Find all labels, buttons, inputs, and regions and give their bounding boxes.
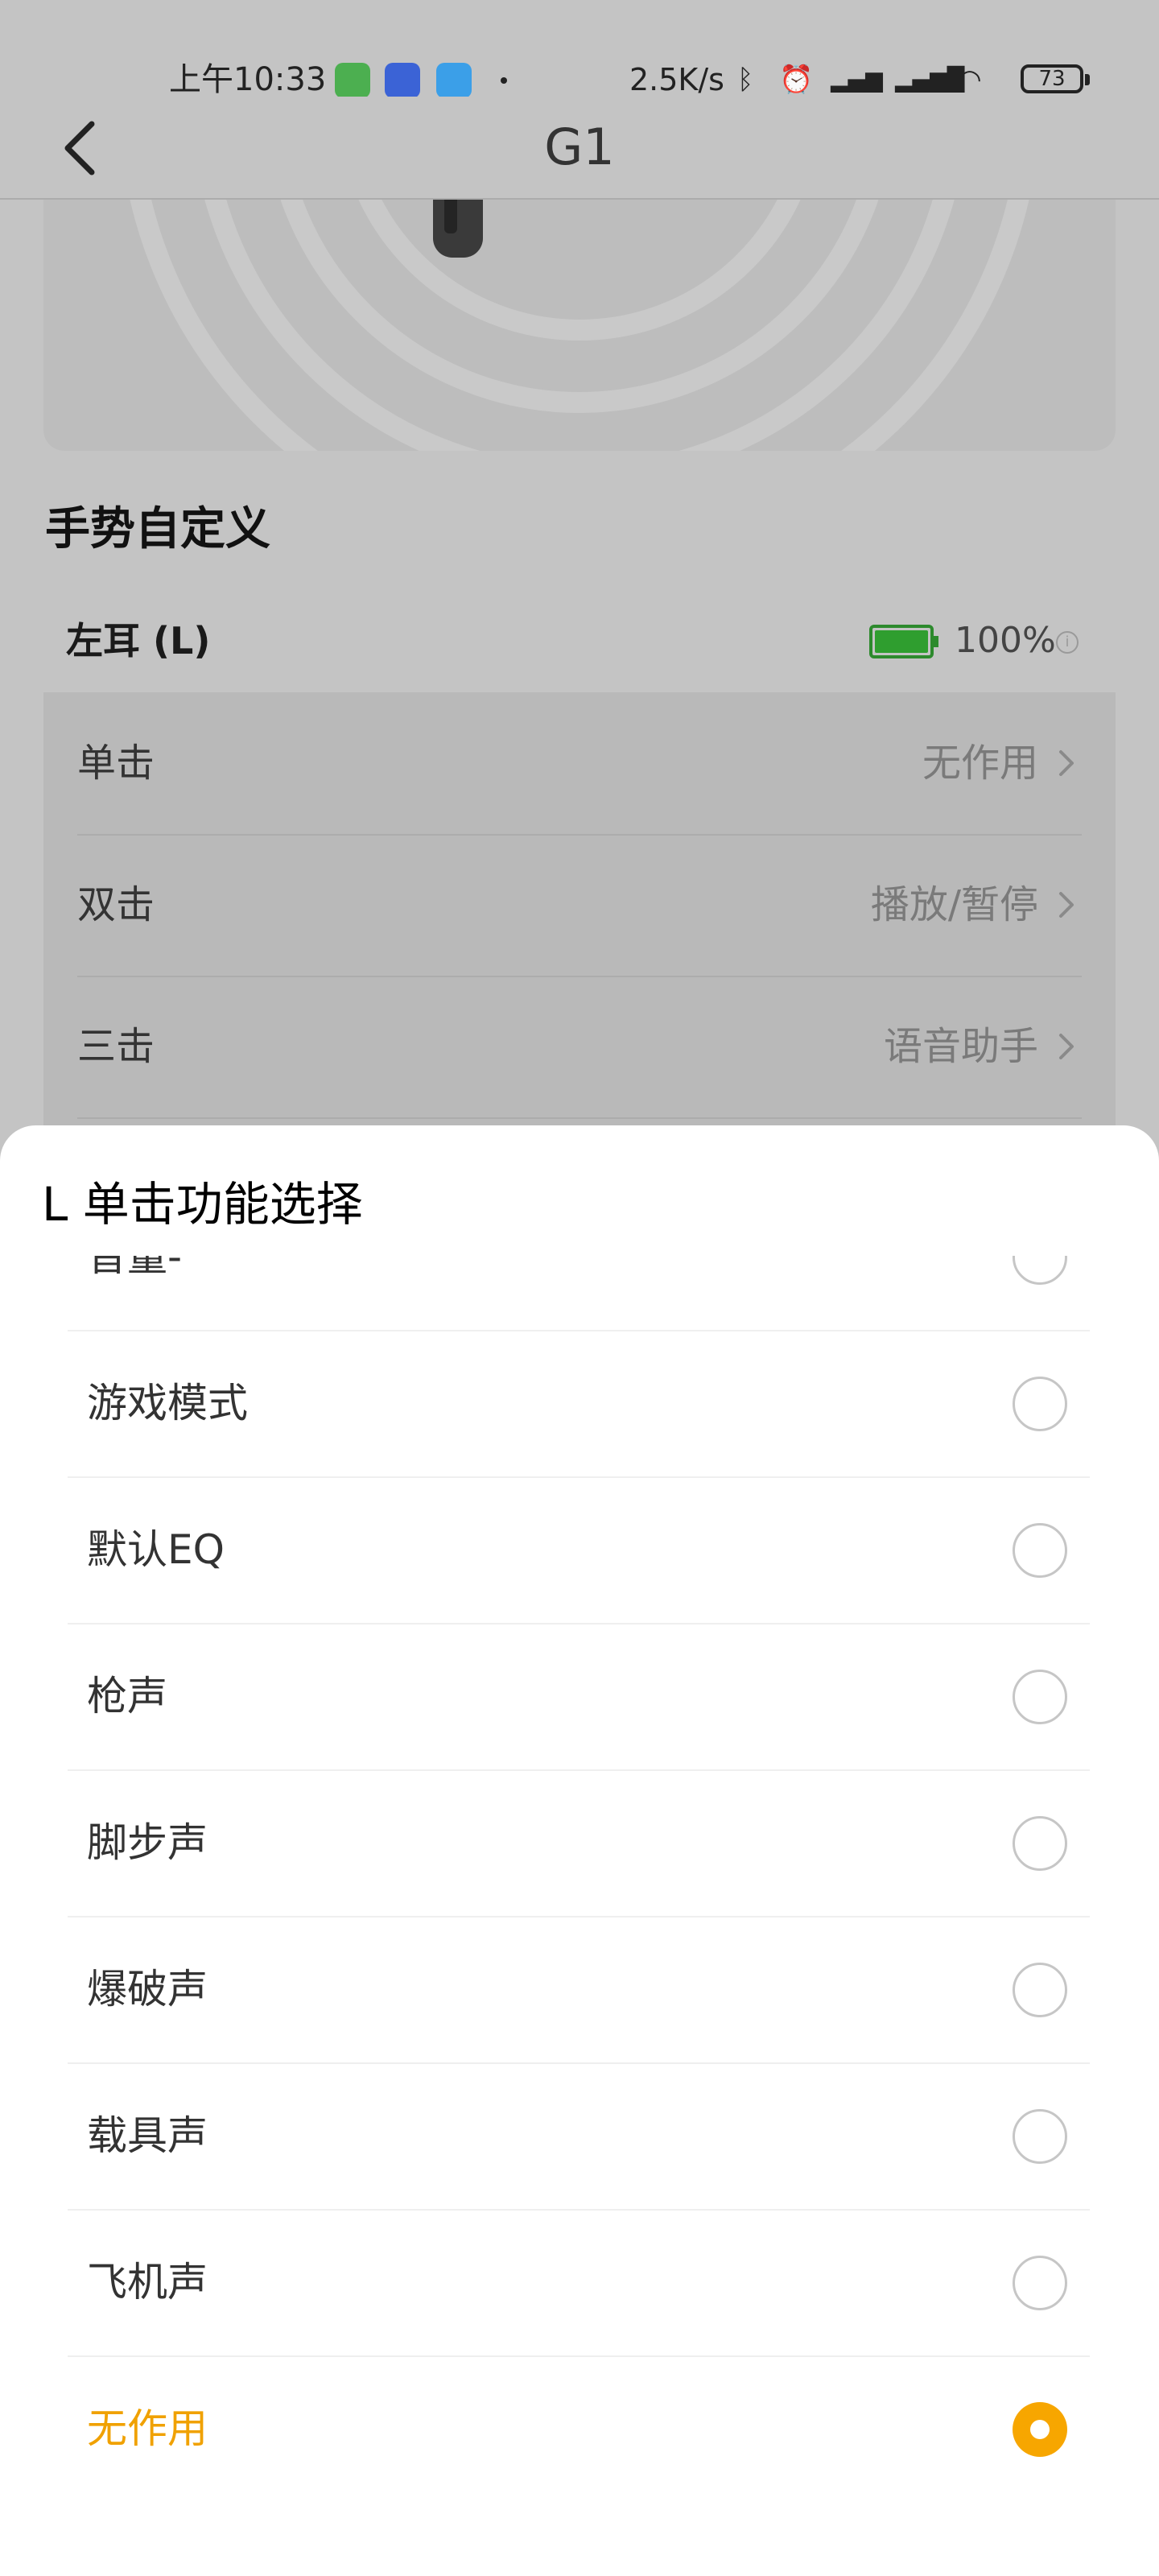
option-label: 爆破声: [87, 1966, 208, 2013]
option-label: 载具声: [87, 2112, 208, 2159]
option-default-eq[interactable]: 默认EQ: [68, 1476, 1090, 1624]
option-label: 脚步声: [87, 1819, 208, 1866]
radio-button[interactable]: [1013, 1963, 1067, 2017]
battery-percent: 100%: [955, 620, 1056, 661]
radio-button-selected[interactable]: [1013, 2402, 1067, 2457]
gesture-name: 三击: [77, 1024, 155, 1069]
chevron-left-icon: [64, 121, 95, 175]
wifi-icon: ◠: [958, 64, 982, 96]
option-vehicle[interactable]: 载具声: [68, 2062, 1090, 2211]
gesture-value: 语音助手: [883, 1024, 1038, 1069]
option-explosion[interactable]: 爆破声: [68, 1916, 1090, 2064]
chevron-right-icon: [1059, 1034, 1074, 1059]
bluetooth-icon: ᛒ: [737, 64, 754, 96]
sheet-title: L 单击功能选择: [42, 1177, 363, 1232]
radio-button[interactable]: [1013, 2256, 1067, 2310]
radio-button[interactable]: [1013, 1377, 1067, 1431]
status-time: 上午10:33: [169, 61, 327, 98]
battery-indicator: 73: [1021, 64, 1090, 93]
chevron-right-icon: [1059, 750, 1074, 776]
alarm-icon: ⏰: [779, 64, 814, 96]
option-aircraft[interactable]: 飞机声: [68, 2209, 1090, 2357]
feishu-icon: [436, 63, 472, 98]
option-label: 枪声: [87, 1673, 167, 1719]
gesture-name: 双击: [77, 882, 155, 927]
section-title: 手势自定义: [45, 503, 270, 555]
option-gunshot[interactable]: 枪声: [68, 1623, 1090, 1771]
signal-icon: ▂▄▆█: [895, 66, 965, 93]
option-footsteps[interactable]: 脚步声: [68, 1769, 1090, 1918]
wechat-icon: [335, 63, 370, 98]
notification-dot-icon: [501, 77, 507, 84]
gesture-value: 播放/暂停: [870, 882, 1038, 927]
option-volume-down[interactable]: 音量-: [68, 1256, 1090, 1331]
radio-button[interactable]: [1013, 1256, 1067, 1285]
left-ear-row: 左耳 (L) 100% i: [66, 609, 1088, 673]
option-list[interactable]: 音量- 游戏模式 默认EQ 枪声 脚步声 爆破声 载具声 飞机声 无作用: [68, 1256, 1090, 2576]
option-label: 无作用: [87, 2405, 208, 2452]
option-label: 飞机声: [87, 2259, 208, 2306]
function-select-sheet: L 单击功能选择 音量- 游戏模式 默认EQ 枪声 脚步声 爆破声 载具声 飞机…: [0, 1125, 1159, 2576]
gesture-row-triple-tap[interactable]: 三击 语音助手: [77, 976, 1082, 1119]
hd-signal-icon: ▂▄▆: [831, 66, 883, 93]
gesture-value: 无作用: [922, 741, 1038, 786]
gesture-name: 单击: [77, 741, 155, 786]
radio-button[interactable]: [1013, 2109, 1067, 2164]
option-label: 音量-: [87, 1256, 183, 1280]
radio-button[interactable]: [1013, 1523, 1067, 1578]
option-label: 游戏模式: [87, 1380, 248, 1426]
status-bar: 上午10:33 2.5K/s ᛒ ⏰ ▂▄▆ ▂▄▆█ ◠ 73: [0, 0, 1159, 98]
option-label: 默认EQ: [87, 1526, 225, 1573]
gesture-row-single-tap[interactable]: 单击 无作用: [77, 692, 1082, 836]
chevron-right-icon: [1059, 892, 1074, 918]
ear-label: 左耳 (L): [66, 619, 211, 663]
gesture-list: 单击 无作用 双击 播放/暂停 三击 语音助手: [43, 692, 1116, 1143]
option-game-mode[interactable]: 游戏模式: [68, 1330, 1090, 1478]
radio-button[interactable]: [1013, 1670, 1067, 1724]
back-button[interactable]: [45, 108, 126, 188]
gesture-row-double-tap[interactable]: 双击 播放/暂停: [77, 834, 1082, 977]
app-icon: [385, 63, 420, 98]
battery-icon: [869, 625, 938, 658]
network-speed: 2.5K/s: [629, 62, 724, 97]
info-icon[interactable]: i: [1056, 631, 1079, 654]
top-app-bar: G1: [0, 97, 1159, 200]
option-none[interactable]: 无作用: [68, 2355, 1090, 2502]
radio-button[interactable]: [1013, 1816, 1067, 1871]
page-title: G1: [544, 118, 615, 176]
